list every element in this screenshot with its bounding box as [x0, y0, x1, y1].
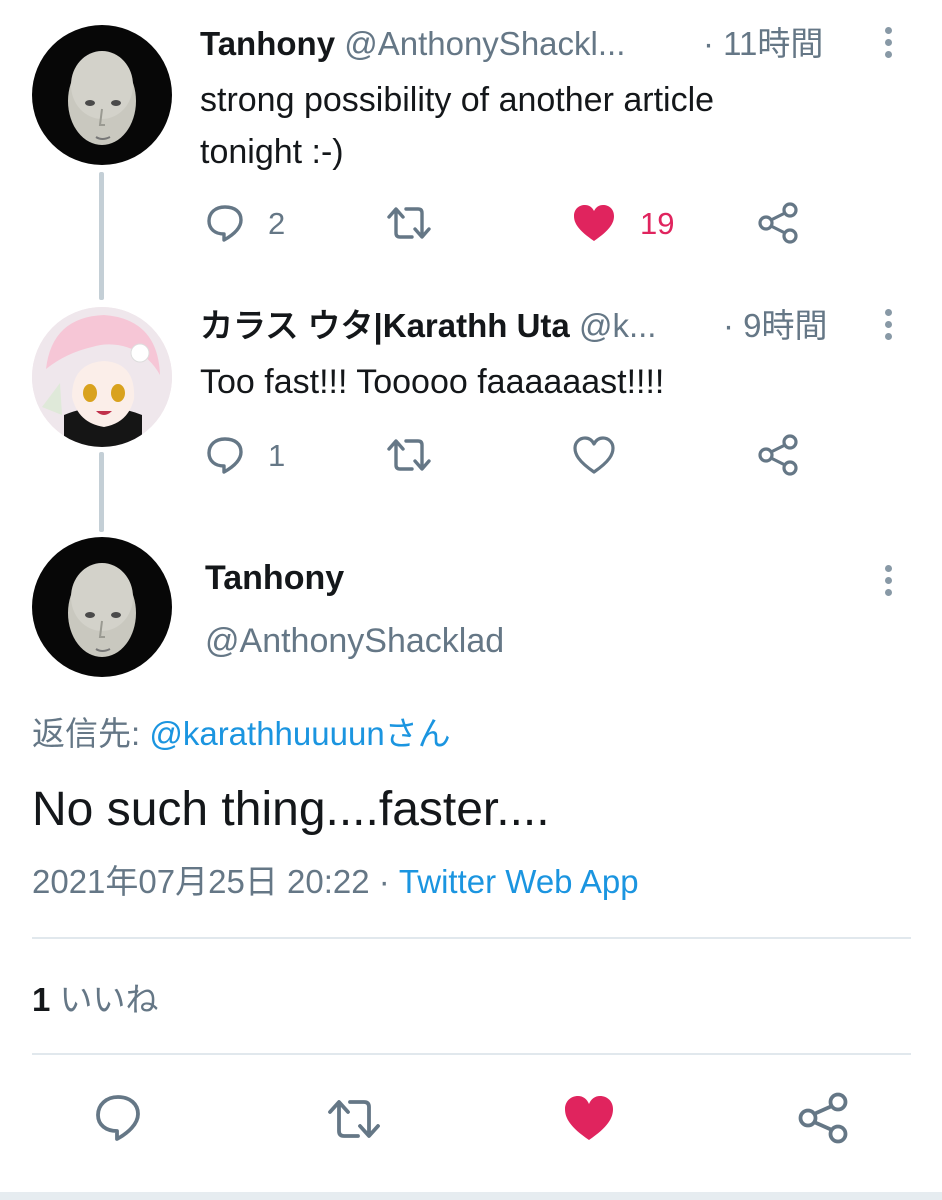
like-button[interactable] — [572, 435, 616, 475]
thread-line — [99, 452, 104, 532]
like-count: 19 — [640, 206, 675, 241]
display-name[interactable]: Tanhony — [205, 556, 344, 600]
tweet-text-line: tonight :-) — [200, 133, 344, 171]
meta-separator: · — [378, 863, 390, 900]
like-icon — [574, 205, 614, 241]
avatar[interactable] — [32, 537, 172, 677]
like-stat-label: いいね — [59, 981, 159, 1018]
timestamp[interactable]: · 11時間 — [703, 22, 823, 66]
more-icon[interactable] — [885, 309, 893, 345]
source-link[interactable]: Twitter Web App — [399, 863, 639, 900]
retweet-icon — [328, 1100, 380, 1138]
like-icon — [573, 436, 615, 474]
share-icon — [758, 202, 798, 244]
thread-line — [99, 172, 104, 300]
more-icon[interactable] — [885, 27, 893, 63]
reply-count: 2 — [268, 206, 286, 241]
reply-button[interactable] — [205, 435, 245, 475]
like-stat-count: 1 — [32, 981, 51, 1018]
tweet-text-line: strong possibility of another article — [200, 81, 715, 119]
share-icon — [798, 1092, 848, 1144]
full-timestamp[interactable]: 2021年07月25日 20:22 — [32, 863, 370, 900]
reply-context: 返信先: @karathhuuuunさん — [32, 712, 451, 756]
tweet-text: strong possibility of another article to… — [200, 74, 714, 178]
reply-icon — [96, 1095, 140, 1141]
tweet-text: Too fast!!! Tooooo faaaaaast!!!! — [200, 356, 664, 408]
share-button[interactable] — [797, 1092, 851, 1144]
tweet-header: Tanhony @AnthonyShackl... — [200, 22, 625, 66]
reply-button[interactable] — [94, 1093, 142, 1143]
display-name[interactable]: カラス ウタ|Karathh Uta — [200, 307, 570, 344]
like-icon — [565, 1096, 613, 1140]
tweet-header: カラス ウタ|Karathh Uta @k... — [200, 304, 656, 348]
reply-to-link[interactable]: @karathhuuuunさん — [149, 715, 450, 752]
like-stat[interactable]: 1 いいね — [32, 978, 159, 1022]
share-icon — [758, 434, 798, 476]
tweet-text-line: Too fast!!! Tooooo faaaaaast!!!! — [200, 363, 665, 401]
retweet-icon — [387, 439, 431, 471]
username[interactable]: @AnthonyShacklad — [205, 619, 504, 663]
reply-icon — [207, 437, 243, 474]
divider — [32, 937, 911, 939]
like-button[interactable] — [572, 203, 616, 243]
retweet-button[interactable] — [326, 1095, 382, 1143]
reply-button[interactable] — [205, 203, 245, 243]
reply-to-prefix: 返信先: — [32, 715, 141, 752]
main-tweet-text: No such thing....faster.... — [32, 783, 550, 836]
display-name[interactable]: Tanhony — [200, 25, 335, 62]
reply-count: 1 — [268, 438, 286, 473]
like-button[interactable] — [563, 1094, 615, 1142]
timestamp[interactable]: · 9時間 — [723, 304, 828, 348]
tweet-metadata: 2021年07月25日 20:22 · Twitter Web App — [32, 860, 639, 904]
bottom-edge — [0, 1192, 942, 1200]
avatar[interactable] — [32, 307, 172, 447]
avatar[interactable] — [32, 25, 172, 165]
share-button[interactable] — [757, 202, 801, 244]
retweet-button[interactable] — [385, 203, 433, 243]
username[interactable]: @AnthonyShackl... — [344, 25, 625, 62]
share-button[interactable] — [757, 434, 801, 476]
reply-icon — [207, 205, 243, 242]
divider — [32, 1053, 911, 1055]
username[interactable]: @k... — [579, 307, 657, 344]
more-icon[interactable] — [885, 565, 893, 601]
retweet-button[interactable] — [385, 435, 433, 475]
retweet-icon — [387, 207, 431, 239]
